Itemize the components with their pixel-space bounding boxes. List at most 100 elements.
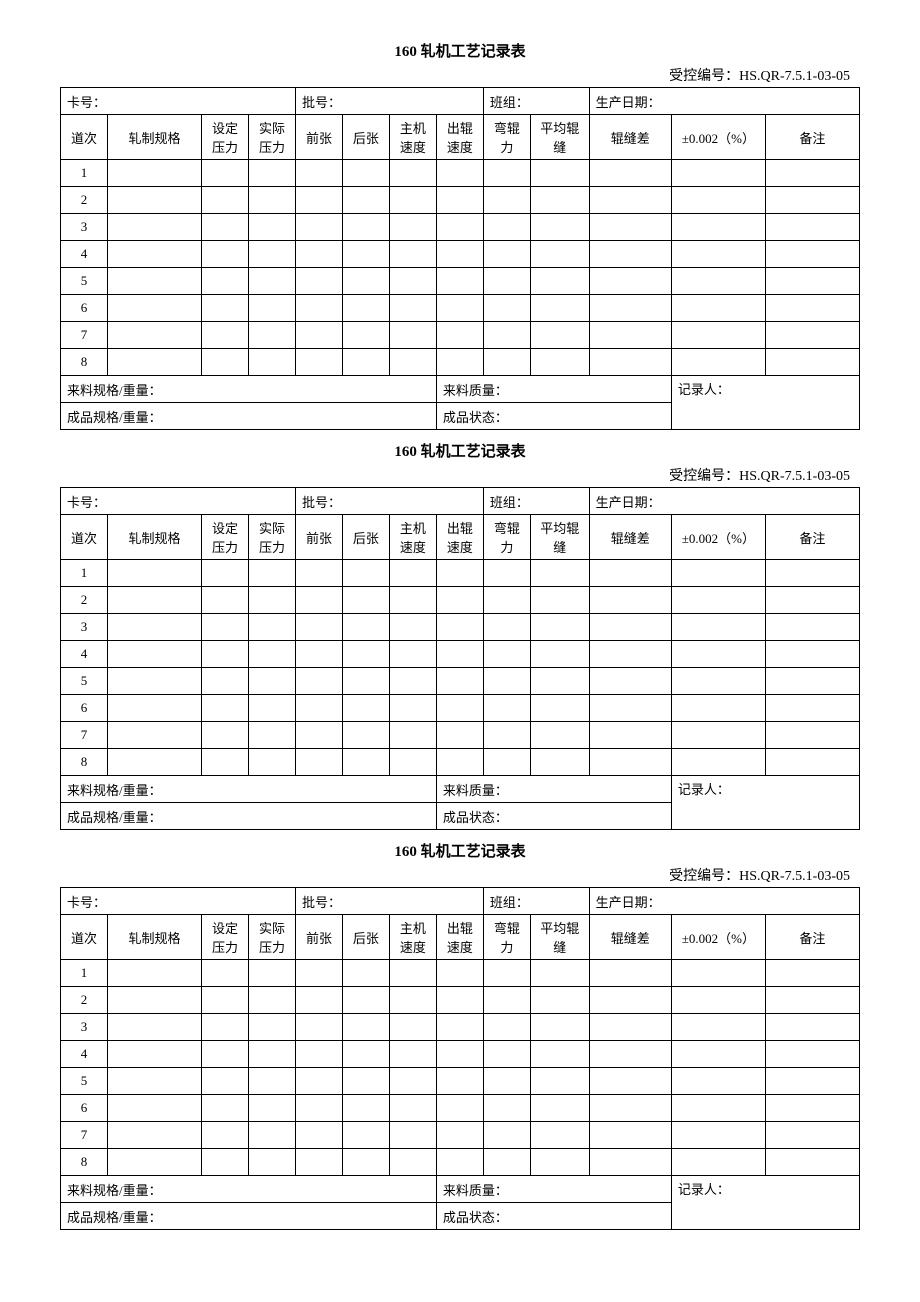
col-remark: 备注: [765, 515, 859, 560]
col-pass: 道次: [61, 915, 108, 960]
data-cell: [671, 560, 765, 587]
data-cell: [389, 668, 436, 695]
footer-row-1: 来料规格/重量：来料质量：记录人：: [61, 376, 860, 403]
finished-spec-label: 成品规格/重量：: [61, 803, 437, 830]
col-set-pressure: 设定压力: [201, 515, 248, 560]
col-spec: 轧制规格: [107, 915, 201, 960]
data-cell: [671, 214, 765, 241]
data-cell: [342, 1041, 389, 1068]
table-row: 6: [61, 1095, 860, 1122]
table-row: 2: [61, 187, 860, 214]
table-row: 7: [61, 322, 860, 349]
data-cell: [530, 614, 589, 641]
record-form: 160 轧机工艺记录表受控编号：HS.QR-7.5.1-03-05卡号：批号：班…: [60, 840, 860, 1230]
row-number: 5: [61, 268, 108, 295]
data-cell: [107, 241, 201, 268]
data-cell: [201, 695, 248, 722]
data-cell: [342, 560, 389, 587]
table-row: 8: [61, 749, 860, 776]
data-cell: [248, 322, 295, 349]
data-cell: [530, 560, 589, 587]
data-cell: [436, 960, 483, 987]
footer-row-1: 来料规格/重量：来料质量：记录人：: [61, 776, 860, 803]
data-cell: [436, 560, 483, 587]
data-cell: [671, 749, 765, 776]
data-cell: [389, 160, 436, 187]
col-front-tension: 前张: [295, 915, 342, 960]
data-cell: [483, 722, 530, 749]
data-cell: [295, 349, 342, 376]
col-remark: 备注: [765, 115, 859, 160]
data-cell: [483, 587, 530, 614]
data-cell: [248, 749, 295, 776]
data-cell: [436, 1041, 483, 1068]
data-cell: [107, 722, 201, 749]
data-cell: [389, 560, 436, 587]
data-cell: [765, 241, 859, 268]
data-cell: [295, 322, 342, 349]
data-cell: [342, 1149, 389, 1176]
team-label: 班组：: [483, 88, 589, 115]
data-cell: [589, 187, 671, 214]
data-cell: [530, 241, 589, 268]
data-cell: [295, 614, 342, 641]
data-cell: [248, 349, 295, 376]
data-cell: [201, 1041, 248, 1068]
data-cell: [589, 268, 671, 295]
col-tolerance: ±0.002（%）: [671, 115, 765, 160]
data-cell: [765, 668, 859, 695]
data-cell: [295, 987, 342, 1014]
batch-no-label: 批号：: [295, 488, 483, 515]
table-row: 4: [61, 241, 860, 268]
data-cell: [342, 295, 389, 322]
data-cell: [107, 1122, 201, 1149]
data-cell: [483, 1041, 530, 1068]
data-cell: [765, 349, 859, 376]
data-cell: [671, 587, 765, 614]
row-number: 7: [61, 322, 108, 349]
data-cell: [765, 614, 859, 641]
data-cell: [483, 1068, 530, 1095]
data-cell: [107, 1149, 201, 1176]
table-row: 5: [61, 668, 860, 695]
row-number: 3: [61, 614, 108, 641]
data-cell: [389, 1041, 436, 1068]
data-cell: [201, 614, 248, 641]
data-cell: [436, 1149, 483, 1176]
data-cell: [483, 987, 530, 1014]
data-cell: [589, 987, 671, 1014]
footer-row-1: 来料规格/重量：来料质量：记录人：: [61, 1176, 860, 1203]
data-cell: [765, 960, 859, 987]
col-pass: 道次: [61, 115, 108, 160]
col-back-tension: 后张: [342, 915, 389, 960]
data-cell: [765, 160, 859, 187]
data-cell: [295, 668, 342, 695]
data-cell: [295, 1068, 342, 1095]
data-cell: [436, 695, 483, 722]
data-cell: [295, 749, 342, 776]
data-cell: [107, 1014, 201, 1041]
team-label: 班组：: [483, 888, 589, 915]
table-row: 7: [61, 1122, 860, 1149]
data-cell: [389, 214, 436, 241]
data-cell: [248, 295, 295, 322]
row-number: 8: [61, 749, 108, 776]
row-number: 5: [61, 1068, 108, 1095]
data-cell: [107, 187, 201, 214]
data-cell: [671, 960, 765, 987]
data-cell: [389, 960, 436, 987]
data-cell: [342, 668, 389, 695]
data-cell: [530, 1149, 589, 1176]
data-cell: [671, 722, 765, 749]
data-cell: [765, 268, 859, 295]
meta-row: 卡号：批号：班组：生产日期：: [61, 488, 860, 515]
data-cell: [530, 1122, 589, 1149]
record-table: 卡号：批号：班组：生产日期：道次轧制规格设定压力实际压力前张后张主机速度出辊速度…: [60, 887, 860, 1230]
data-cell: [589, 1068, 671, 1095]
data-cell: [248, 960, 295, 987]
data-cell: [530, 987, 589, 1014]
data-cell: [248, 160, 295, 187]
data-cell: [342, 614, 389, 641]
data-cell: [765, 187, 859, 214]
data-cell: [530, 322, 589, 349]
